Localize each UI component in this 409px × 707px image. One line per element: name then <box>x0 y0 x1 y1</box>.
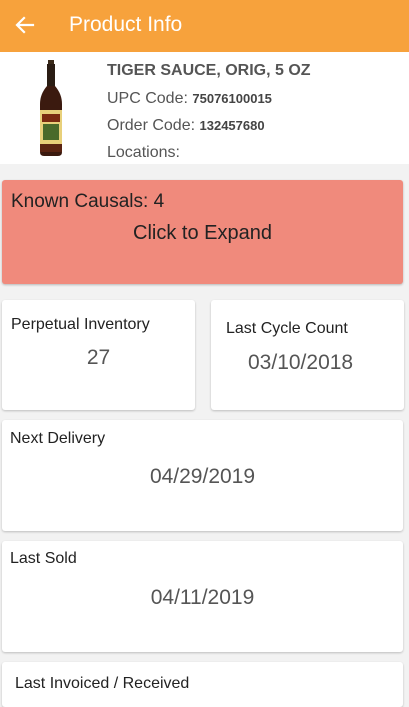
order-code-label: Order Code: <box>107 117 196 134</box>
perpetual-inventory-title: Perpetual Inventory <box>11 316 150 333</box>
last-invoiced-title: Last Invoiced / Received <box>15 675 190 692</box>
back-button[interactable] <box>10 10 40 40</box>
order-code-value: 132457680 <box>199 118 265 133</box>
upc-value: 75076100015 <box>192 91 272 106</box>
last-cycle-count-title: Last Cycle Count <box>226 320 348 337</box>
product-image <box>40 60 62 156</box>
perpetual-inventory-value: 27 <box>86 346 111 369</box>
last-sold-title: Last Sold <box>10 550 77 567</box>
arrow-left-icon <box>15 16 35 34</box>
next-delivery-card: Next Delivery 04/29/2019 <box>2 420 403 531</box>
last-cycle-count-card: Last Cycle Count 03/10/2018 <box>211 300 404 410</box>
product-name: TIGER SAUCE, ORIG, 5 OZ <box>107 62 311 79</box>
last-sold-card: Last Sold 04/11/2019 <box>2 541 403 652</box>
perpetual-inventory-card: Perpetual Inventory 27 <box>2 300 195 410</box>
known-causals-label: Known Causals: 4 <box>11 191 165 212</box>
expand-causals-button[interactable]: Click to Expand <box>2 222 403 245</box>
last-invoiced-card: Last Invoiced / Received <box>2 662 403 707</box>
last-sold-value: 04/11/2019 <box>150 586 255 609</box>
next-delivery-value: 04/29/2019 <box>149 465 256 488</box>
order-code-row: Order Code: 132457680 <box>107 117 265 135</box>
locations-label: Locations: <box>107 144 180 161</box>
known-causals-panel[interactable]: Known Causals: 4 Click to Expand <box>2 180 403 284</box>
next-delivery-title: Next Delivery <box>10 430 106 447</box>
upc-row: UPC Code: 75076100015 <box>107 90 272 108</box>
upc-label: UPC Code: <box>107 90 188 107</box>
locations-row: Locations: <box>107 144 180 162</box>
product-header: TIGER SAUCE, ORIG, 5 OZ UPC Code: 750761… <box>0 52 409 164</box>
last-cycle-count-value: 03/10/2018 <box>248 351 354 374</box>
page-title: Product Info <box>69 13 183 36</box>
app-bar: Product Info <box>0 0 409 52</box>
